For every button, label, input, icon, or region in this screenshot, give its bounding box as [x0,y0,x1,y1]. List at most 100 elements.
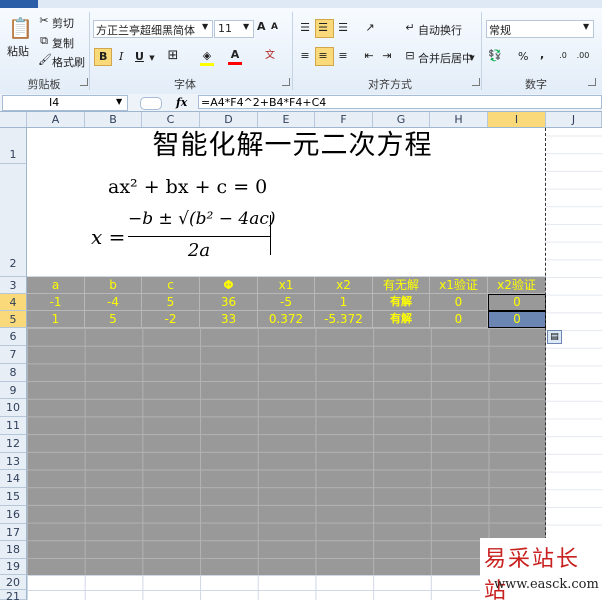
copy-icon[interactable]: ⧉ [38,34,50,48]
row-header-17[interactable]: 17 [0,524,27,541]
row-header-5[interactable]: 5 [0,311,27,328]
data-cell-g5[interactable]: 有解 [373,311,430,328]
decrease-indent-icon[interactable]: ⇤ [362,49,376,63]
fx-icon[interactable]: fx [176,96,187,109]
chevron-down-icon[interactable]: ▼ [116,97,122,106]
row-header-14[interactable]: 14 [0,470,27,488]
number-format-select[interactable]: 常规 ▼ [486,20,594,38]
data-cell-h5[interactable]: 0 [430,311,488,328]
row-header-9[interactable]: 9 [0,382,27,399]
data-cell-a5[interactable]: 1 [27,311,85,328]
column-header-f[interactable]: F [315,112,373,127]
data-cell-e4[interactable]: -5 [258,294,315,311]
column-header-i[interactable]: I [488,112,546,127]
column-header-j[interactable]: J [546,112,602,127]
header-cell-h[interactable]: x1验证 [430,277,488,294]
underline-button[interactable]: U [135,50,144,63]
paste-button[interactable]: 粘贴 [7,43,29,59]
select-all-corner[interactable] [0,112,27,127]
header-cell-e[interactable]: x1 [258,277,315,294]
increase-decimal-icon[interactable]: .0 [556,49,570,63]
wrap-text-icon[interactable]: ↵ [403,21,417,35]
align-bottom-icon[interactable]: ☰ [336,21,350,35]
row-header-20[interactable]: 20 [0,575,27,590]
column-header-c[interactable]: C [142,112,200,127]
data-cell-i5[interactable]: 0 [488,311,546,328]
currency-icon[interactable]: 💱 [488,49,502,63]
phonetic-icon[interactable]: 文 [262,49,278,63]
font-size-select[interactable]: 11 ▼ [214,20,254,38]
italic-button[interactable]: I [119,50,123,63]
comma-button[interactable]: , [540,48,544,61]
row-header-10[interactable]: 10 [0,399,27,417]
row-header-4[interactable]: 4 [0,294,27,311]
row-header-12[interactable]: 12 [0,435,27,453]
header-cell-f[interactable]: x2 [315,277,373,294]
data-cell-h4[interactable]: 0 [430,294,488,311]
increase-indent-icon[interactable]: ⇥ [380,49,394,63]
row-header-13[interactable]: 13 [0,453,27,470]
row-header-16[interactable]: 16 [0,506,27,524]
blank-rows-area[interactable] [27,575,546,600]
row-header-1[interactable]: 1 [0,128,27,164]
font-color-icon[interactable]: A [228,48,242,65]
number-launcher-icon[interactable] [588,78,596,86]
row-header-6[interactable]: 6 [0,328,27,346]
data-cell-i4[interactable]: 0 [488,294,546,311]
borders-icon[interactable]: ⊞ [166,49,180,63]
data-cell-a4[interactable]: -1 [27,294,85,311]
data-cell-f4[interactable]: 1 [315,294,373,311]
column-j-area[interactable] [546,128,602,600]
grow-font-button[interactable]: A [257,20,266,33]
format-painter-button[interactable]: 格式刷 [52,54,85,70]
clipboard-launcher-icon[interactable] [80,78,88,86]
formula-input[interactable]: =A4*F4^2+B4*F4+C4 [198,95,602,109]
data-cell-e5[interactable]: 0.372 [258,311,315,328]
data-cell-g4[interactable]: 有解 [373,294,430,311]
column-header-a[interactable]: A [27,112,85,127]
font-name-select[interactable]: 方正兰亭超细黑简体 ▼ [93,20,213,38]
row-header-15[interactable]: 15 [0,488,27,506]
data-cell-c4[interactable]: 5 [142,294,200,311]
alignment-launcher-icon[interactable] [472,78,480,86]
tab-file[interactable] [0,0,38,8]
shrink-font-button[interactable]: A [271,22,278,32]
row-header-19[interactable]: 19 [0,559,27,575]
row-header-7[interactable]: 7 [0,346,27,364]
data-cell-d5[interactable]: 33 [200,311,258,328]
data-cell-d4[interactable]: 36 [200,294,258,311]
header-cell-g[interactable]: 有无解 [373,277,430,294]
align-left-icon[interactable]: ≡ [298,49,312,63]
row-header-2[interactable]: 2 [0,164,27,277]
row-header-3[interactable]: 3 [0,277,27,294]
data-cell-f5[interactable]: -5.372 [315,311,373,328]
copy-button[interactable]: 复制 [52,35,74,51]
data-cell-c5[interactable]: -2 [142,311,200,328]
paste-icon[interactable]: 📋 [8,14,33,42]
font-launcher-icon[interactable] [282,78,290,86]
gray-fill-region[interactable] [27,328,546,575]
name-box[interactable]: I4 [2,95,128,111]
header-cell-b[interactable]: b [85,277,142,294]
wrap-text-button[interactable]: 自动换行 [418,22,462,38]
column-header-d[interactable]: D [200,112,258,127]
scissors-icon[interactable]: ✂ [38,14,50,28]
merge-center-button[interactable]: 合并后居中 [418,50,473,66]
header-cell-a[interactable]: a [27,277,85,294]
row-header-18[interactable]: 18 [0,541,27,559]
column-header-g[interactable]: G [373,112,430,127]
decrease-decimal-icon[interactable]: .00 [576,49,590,63]
column-header-e[interactable]: E [258,112,315,127]
header-cell-i[interactable]: x2验证 [488,277,546,294]
chevron-down-icon[interactable]: ▼ [148,51,156,65]
column-header-h[interactable]: H [430,112,488,127]
header-cell-d[interactable]: Φ [200,277,258,294]
percent-button[interactable]: % [518,50,528,63]
align-right-icon[interactable]: ≡ [336,49,350,63]
header-cell-c[interactable]: c [142,277,200,294]
format-painter-icon[interactable]: 🖌 [38,53,52,67]
fill-color-icon[interactable]: ◈ [200,49,214,66]
row-header-11[interactable]: 11 [0,417,27,435]
chevron-down-icon[interactable]: ▼ [468,51,476,65]
expand-handle[interactable] [140,97,162,110]
